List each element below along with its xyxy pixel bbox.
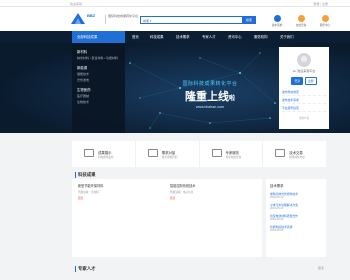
site-logo[interactable]: BBZ 国际科技成果转化平台: [71, 13, 139, 26]
category-group: 生物医药 医疗器械 生物技术: [77, 87, 120, 104]
category-item[interactable]: 纳米材料 / 复合材料 / 功能材料: [77, 56, 120, 60]
publish-shortcut[interactable]: 发布需求: [268, 15, 286, 27]
service-strip: 成果展示 科技成果发布 需求对接 技术需求匹配 专家服务 专家在线咨询 技术交易…: [72, 141, 326, 167]
card-title: 新型节能环保材料: [78, 184, 104, 188]
publish-icon: [273, 15, 281, 22]
login-buttons: 登录 注册: [282, 77, 326, 85]
avatar: [297, 53, 311, 67]
category-title[interactable]: 生物医药: [77, 87, 120, 92]
more-link[interactable]: 更多: [318, 266, 324, 270]
display-icon: [84, 149, 94, 157]
demand-item[interactable]: 寻求污水处理解决方案 2019-05-10: [270, 203, 322, 210]
card-price: 面议: [78, 197, 84, 200]
header-shortcuts: 发布需求 在线咨询 服务中心: [268, 15, 338, 29]
demand-item[interactable]: 求购高效光伏组件技术 2019-05-12: [270, 192, 322, 199]
card-price: 面议: [170, 197, 176, 200]
logo-slogan: 国际科技成果转化平台: [108, 14, 139, 18]
login-welcome: Hi, 欢迎来到平台: [292, 69, 316, 73]
banner-line-2: 隆重上线啦: [150, 88, 270, 104]
category-item[interactable]: 医疗器械: [77, 94, 120, 98]
category-item[interactable]: 生物技术: [77, 100, 120, 104]
trade-icon: [275, 149, 286, 157]
achievement-card[interactable]: 智能控制系统技术 所属领域：电子信息 面议: [170, 183, 258, 200]
service-item[interactable]: 需求对接 技术需求匹配: [136, 141, 200, 167]
top-bar: 欢迎来到 登录 | 注册: [0, 0, 350, 7]
service-desc: 成果转化交易: [289, 156, 305, 159]
login-button[interactable]: 登录: [291, 77, 303, 85]
demand-date: 2019-05-08: [270, 218, 284, 221]
consult-label: 在线咨询: [295, 24, 307, 27]
service-shortcut[interactable]: 服务中心: [316, 15, 334, 27]
section-title: 专家人才: [75, 266, 96, 272]
login-links: 发布科技成果 发布技术需求 平台服务指南: [282, 90, 326, 112]
search-input[interactable]: [157, 18, 237, 23]
service-desc: 专家在线咨询: [225, 156, 242, 159]
search-button[interactable]: 搜索: [242, 16, 256, 24]
category-item[interactable]: 储能技术: [77, 72, 120, 76]
nav-item-home[interactable]: 首页: [132, 31, 139, 43]
publish-label: 发布需求: [271, 24, 283, 27]
logo-divider: [105, 15, 106, 24]
demand-panel-title: 技术需求: [270, 184, 284, 188]
category-group: 新能源 储能技术 光伏发电: [77, 65, 120, 82]
expert-icon: [211, 149, 222, 157]
service-desc: 技术需求匹配: [161, 156, 178, 159]
demand-date: 2019-05-10: [270, 207, 284, 210]
main-nav: 全部科技成果 首页 科技成果 技术需求 专家人才 资讯中心 服务机构 关于我们: [0, 31, 350, 43]
category-menu: 新材料 纳米材料 / 复合材料 / 功能材料 新能源 储能技术 光伏发电 生物医…: [72, 43, 125, 133]
demand-panel: 技术需求 求购高效光伏组件技术 2019-05-12 寻求污水处理解决方案 20…: [266, 179, 326, 257]
service-icon: [321, 15, 329, 22]
demand-item[interactable]: 智能制造技术需求 2019-05-06: [270, 225, 322, 232]
login-link[interactable]: 发布科技成果: [282, 90, 326, 96]
all-categories-button[interactable]: 全部科技成果: [72, 31, 125, 43]
logo-text: BBZ: [87, 13, 96, 18]
login-register-links[interactable]: 登录 | 注册: [314, 2, 328, 6]
achievement-card[interactable]: 新型节能环保材料 所属领域：新材料 面议: [78, 183, 166, 200]
nav-item-about[interactable]: 关于我们: [280, 31, 294, 43]
card-field: 所属领域：新材料: [78, 191, 99, 194]
demand-date: 2019-05-06: [270, 229, 284, 232]
nav-item-news[interactable]: 资讯中心: [228, 31, 242, 43]
login-link[interactable]: 发布技术需求: [282, 98, 326, 104]
banner-line-2-main: 隆重上线: [184, 91, 229, 103]
service-label: 服务中心: [319, 24, 331, 27]
nav-item-experts[interactable]: 专家人才: [202, 31, 216, 43]
service-item[interactable]: 成果展示 科技成果发布: [72, 141, 136, 167]
nav-item-demands[interactable]: 技术需求: [176, 31, 190, 43]
category-item[interactable]: 光伏发电: [77, 78, 120, 82]
category-title[interactable]: 新材料: [77, 49, 120, 54]
banner-url: www.bbzhan.com: [195, 105, 225, 109]
banner-headline: 国际科技成果转化平台 隆重上线啦 www.bbzhan.com: [150, 80, 270, 109]
search-type-select[interactable]: 成果 ▾: [143, 19, 151, 23]
consult-icon: [297, 15, 305, 22]
nav-item-agencies[interactable]: 服务机构: [254, 31, 268, 43]
register-button[interactable]: 注册: [305, 77, 317, 85]
demand-item[interactable]: 新型电池材料研发合作 2019-05-08: [270, 214, 322, 221]
service-item[interactable]: 技术交易 成果转化交易: [263, 141, 326, 167]
service-desc: 科技成果发布: [98, 156, 114, 159]
banner-line-2-suffix: 啦: [228, 96, 235, 102]
header: BBZ 国际科技成果转化平台 成果 ▾ 搜索 发布需求 在线咨询 服务中心: [0, 7, 350, 31]
logo-mark-icon: [71, 13, 85, 24]
banner-line-1: 国际科技成果转化平台: [182, 81, 238, 87]
notice-label: 平台公告: [298, 117, 310, 120]
demand-date: 2019-05-12: [270, 196, 284, 199]
document-icon: [147, 149, 158, 157]
card-title: 智能控制系统技术: [170, 184, 196, 188]
achievement-list: 新型节能环保材料 所属领域：新材料 面议 智能控制系统技术 所属领域：电子信息 …: [72, 179, 262, 257]
search-bar: 成果 ▾ 搜索: [140, 16, 256, 24]
welcome-text: 欢迎来到: [70, 1, 83, 6]
login-panel: Hi, 欢迎来到平台 登录 注册 发布科技成果 发布技术需求 平台服务指南 平台…: [279, 47, 329, 129]
category-group: 新材料 纳米材料 / 复合材料 / 功能材料: [77, 49, 120, 60]
login-link[interactable]: 平台服务指南: [282, 106, 326, 112]
consult-shortcut[interactable]: 在线咨询: [292, 15, 310, 27]
section-title: 科技成果: [75, 172, 96, 178]
service-item[interactable]: 专家服务 专家在线咨询: [200, 141, 264, 167]
card-field: 所属领域：电子信息: [170, 191, 194, 194]
nav-item-achievements[interactable]: 科技成果: [150, 31, 164, 43]
category-title[interactable]: 新能源: [77, 65, 120, 70]
